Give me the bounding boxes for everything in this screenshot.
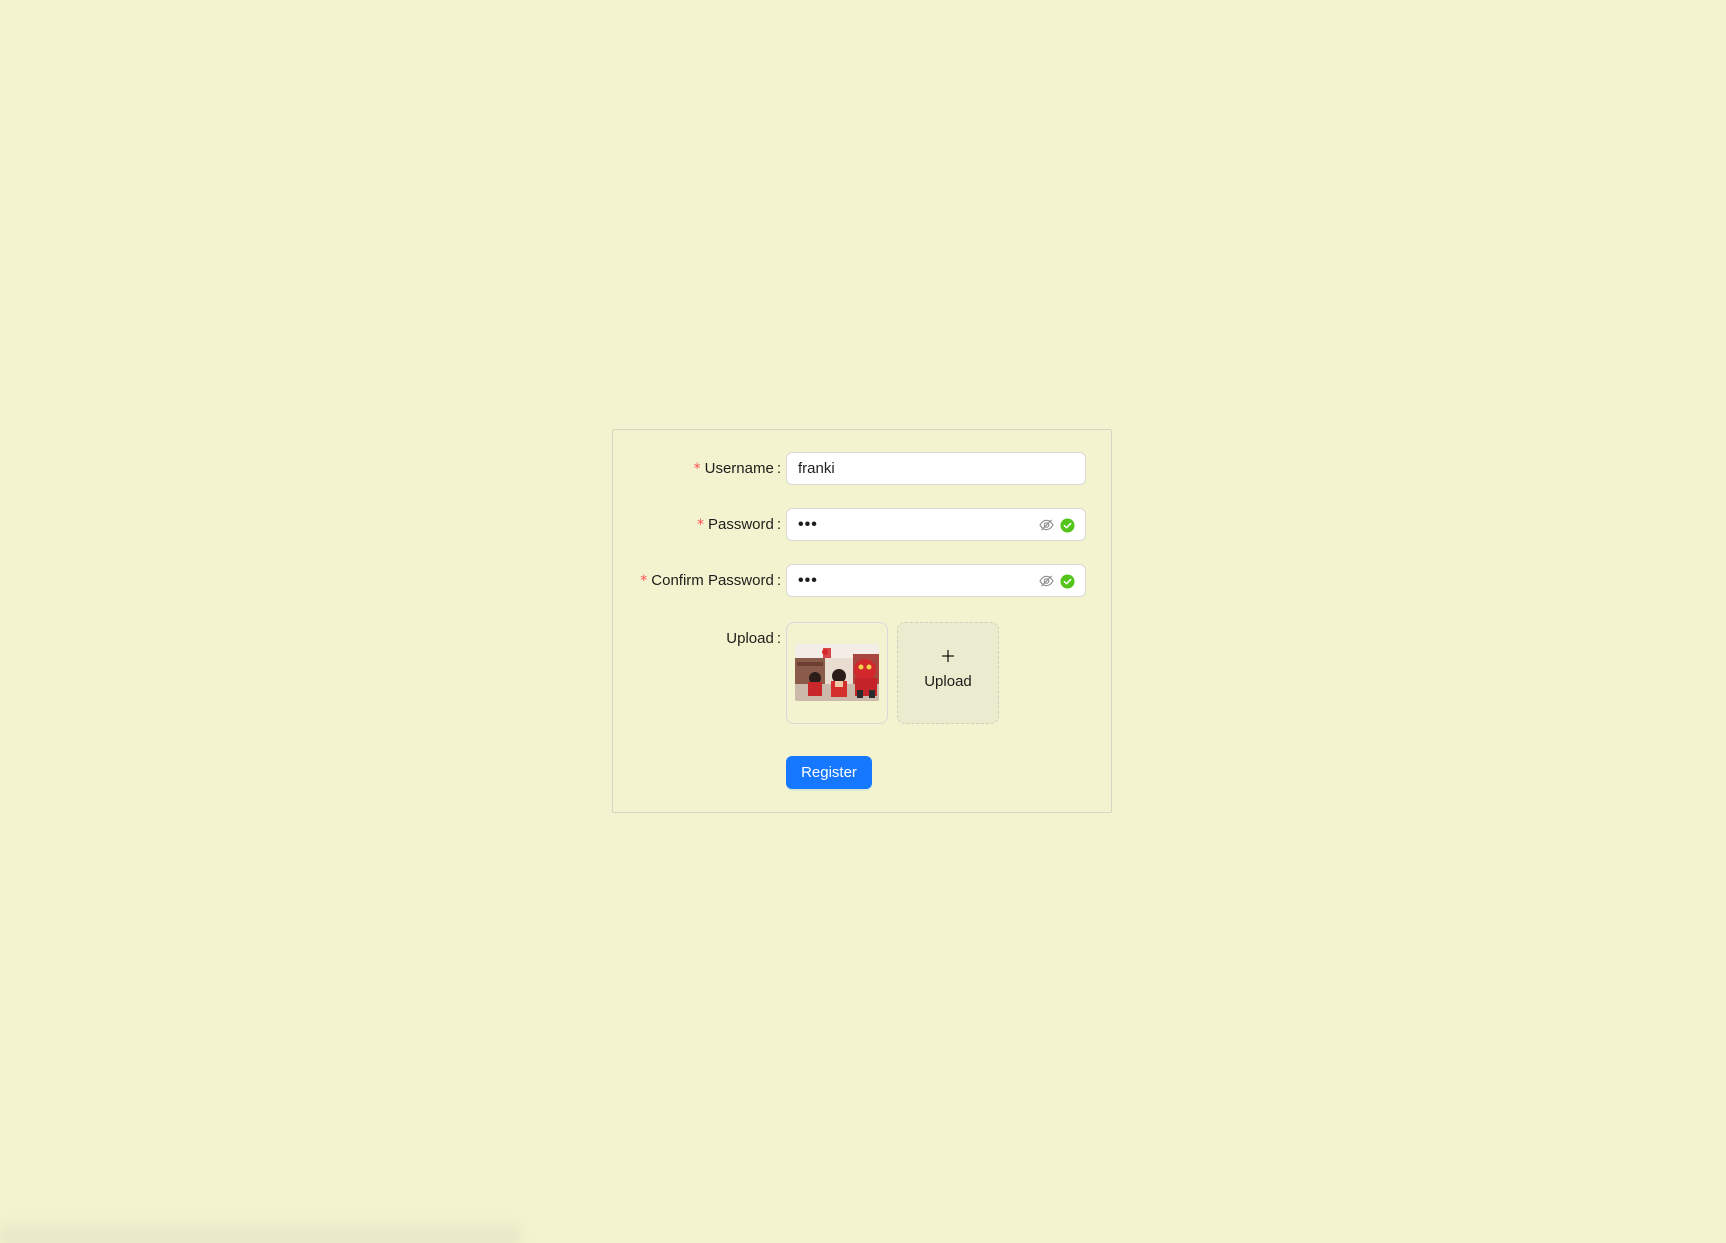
username-input[interactable]: franki bbox=[786, 452, 1086, 485]
bottom-shadow bbox=[0, 1219, 520, 1243]
upload-label-wrap: Upload: bbox=[726, 622, 781, 656]
label-colon: : bbox=[776, 572, 781, 589]
check-circle-icon bbox=[1060, 518, 1075, 533]
eye-invisible-icon[interactable] bbox=[1039, 518, 1054, 532]
required-mark: * bbox=[693, 461, 701, 477]
uploaded-image-card[interactable] bbox=[786, 622, 888, 724]
password-value: ••• bbox=[798, 516, 818, 533]
label-colon: : bbox=[776, 630, 781, 647]
registration-form: * Username: franki * Password: ••• * Confir… bbox=[612, 429, 1112, 813]
confirm-password-row: * Confirm Password: ••• bbox=[613, 564, 1111, 598]
eye-invisible-icon[interactable] bbox=[1039, 574, 1054, 588]
confirm-password-value: ••• bbox=[798, 572, 818, 589]
register-button[interactable]: Register bbox=[786, 756, 872, 789]
check-circle-icon bbox=[1060, 574, 1075, 589]
label-colon: : bbox=[776, 460, 781, 477]
username-value: franki bbox=[798, 460, 835, 477]
username-label-wrap: * Username: bbox=[694, 452, 781, 486]
password-row: * Password: ••• bbox=[613, 508, 1111, 542]
plus-icon bbox=[942, 650, 954, 662]
confirm-password-label: Confirm Password bbox=[651, 572, 774, 589]
upload-label: Upload bbox=[726, 630, 774, 647]
uploaded-image-thumbnail bbox=[795, 644, 879, 701]
upload-row: Upload: Upload bbox=[613, 622, 1111, 724]
password-label-wrap: * Password: bbox=[697, 508, 781, 542]
username-label: Username bbox=[704, 460, 774, 477]
password-label: Password bbox=[707, 516, 774, 533]
confirm-password-input[interactable]: ••• bbox=[786, 564, 1086, 597]
username-row: * Username: franki bbox=[613, 452, 1111, 486]
required-mark: * bbox=[696, 517, 704, 533]
label-colon: : bbox=[776, 516, 781, 533]
required-mark: * bbox=[640, 573, 648, 589]
confirm-password-label-wrap: * Confirm Password: bbox=[640, 564, 781, 598]
upload-button-label: Upload bbox=[924, 673, 972, 690]
upload-button[interactable]: Upload bbox=[897, 622, 999, 724]
password-input[interactable]: ••• bbox=[786, 508, 1086, 541]
